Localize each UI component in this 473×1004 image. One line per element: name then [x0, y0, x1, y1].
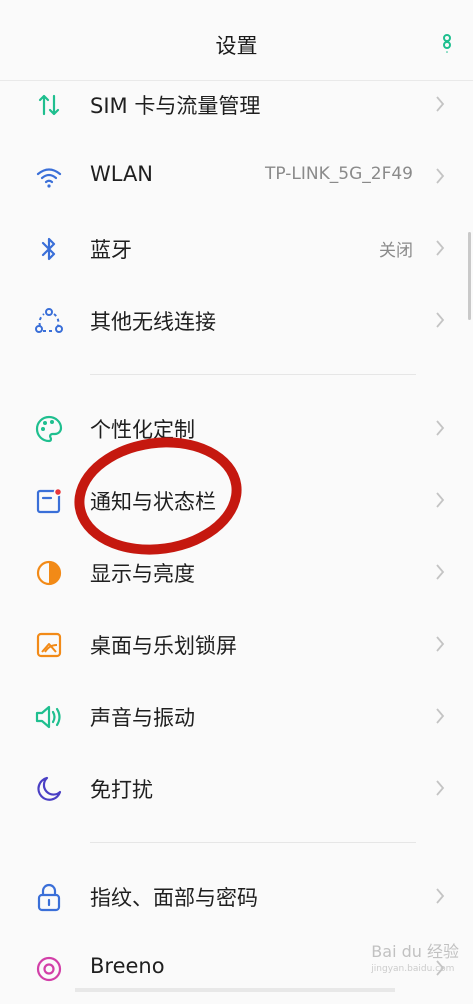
- settings-row-value: 关闭: [379, 241, 413, 261]
- settings-row-label: SIM 卡与流量管理: [90, 94, 261, 118]
- lock-icon: [30, 878, 68, 916]
- breeno-icon: [30, 950, 68, 988]
- settings-row-label: Breeno: [90, 954, 165, 978]
- watermark: Bai du 经验 jingyan.baidu.com: [371, 938, 459, 974]
- section-divider: [90, 842, 416, 843]
- settings-row-other-wireless[interactable]: 其他无线连接: [0, 284, 473, 356]
- settings-row-value: TP-LINK_5G_2F49: [265, 164, 413, 184]
- settings-row-dnd[interactable]: 免打扰: [0, 752, 473, 824]
- speaker-icon: [30, 698, 68, 736]
- section-divider: [90, 374, 416, 375]
- settings-row-personalization[interactable]: 个性化定制: [0, 392, 473, 464]
- settings-row-label: 蓝牙: [90, 238, 132, 262]
- sim-data-icon: [30, 86, 68, 124]
- settings-row-label: 通知与状态栏: [90, 490, 216, 514]
- chevron-right-icon: [436, 564, 445, 580]
- watermark-url: jingyan.baidu.com: [371, 964, 455, 974]
- chevron-right-icon: [436, 492, 445, 508]
- settings-row-label: 免打扰: [90, 778, 153, 802]
- settings-row-label: 指纹、面部与密码: [90, 886, 258, 910]
- chevron-right-icon: [436, 636, 445, 652]
- settings-row-label: 个性化定制: [90, 418, 195, 442]
- settings-row-wallpaper[interactable]: 桌面与乐划锁屏: [0, 608, 473, 680]
- chevron-right-icon: [436, 708, 445, 724]
- settings-row-notifications[interactable]: 通知与状态栏: [0, 464, 473, 536]
- settings-row-security[interactable]: 指纹、面部与密码: [0, 860, 473, 932]
- wifi-icon: [30, 158, 68, 196]
- chevron-right-icon: [436, 888, 445, 904]
- settings-row-sound[interactable]: 声音与振动: [0, 680, 473, 752]
- notification-icon: [30, 482, 68, 520]
- chevron-right-icon: [436, 312, 445, 328]
- chevron-right-icon: [436, 96, 445, 112]
- brightness-icon: [30, 554, 68, 592]
- chevron-right-icon: [436, 780, 445, 796]
- settings-row-sim[interactable]: SIM 卡与流量管理: [0, 68, 473, 140]
- page-title: 设置: [215, 34, 258, 58]
- palette-icon: [30, 410, 68, 448]
- chevron-right-icon: [436, 240, 445, 256]
- bottom-edge: [75, 988, 395, 992]
- settings-row-label: 其他无线连接: [90, 310, 216, 334]
- wallpaper-icon: [30, 626, 68, 664]
- watermark-text: Bai du 经验: [371, 942, 459, 961]
- connection-icon: [30, 302, 68, 340]
- settings-row-label: 显示与亮度: [90, 562, 195, 586]
- bluetooth-icon: [30, 230, 68, 268]
- scrollbar[interactable]: [468, 232, 471, 320]
- settings-row-label: WLAN: [90, 162, 154, 186]
- settings-row-display[interactable]: 显示与亮度: [0, 536, 473, 608]
- settings-row-label: 桌面与乐划锁屏: [90, 634, 237, 658]
- moon-icon: [30, 770, 68, 808]
- settings-row-label: 声音与振动: [90, 706, 195, 730]
- settings-row-bluetooth[interactable]: 蓝牙 关闭: [0, 212, 473, 284]
- chevron-right-icon: [436, 420, 445, 436]
- more-options-icon[interactable]: [441, 34, 453, 56]
- chevron-right-icon: [436, 168, 445, 184]
- settings-row-wlan[interactable]: WLAN TP-LINK_5G_2F49: [0, 140, 473, 212]
